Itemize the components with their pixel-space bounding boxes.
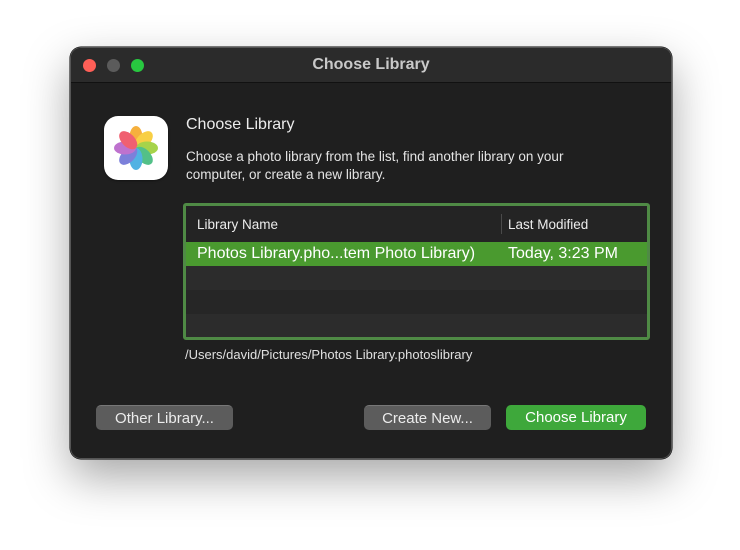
library-table[interactable]: Library Name Last Modified Photos Librar… (183, 203, 650, 340)
table-row-empty (186, 314, 647, 337)
dialog-description: Choose a photo library from the list, fi… (186, 149, 564, 182)
table-header: Library Name Last Modified (186, 206, 647, 242)
dialog-heading: Choose Library (186, 116, 295, 133)
other-library-button[interactable]: Other Library... (96, 405, 233, 430)
library-path-label: /Users/david/Pictures/Photos Library.pho… (185, 347, 473, 362)
library-name-cell: Photos Library.pho...tem Photo Library) (197, 245, 476, 262)
photos-flower-icon (114, 126, 158, 170)
photos-app-icon (104, 116, 168, 180)
column-header-library-name[interactable]: Library Name (197, 217, 278, 232)
title-bar[interactable]: Choose Library (71, 48, 671, 83)
table-row-empty (186, 290, 647, 314)
window-title: Choose Library (312, 56, 430, 73)
choose-library-button[interactable]: Choose Library (506, 405, 646, 430)
column-divider (501, 214, 502, 234)
choose-library-window: Choose Library Choose Library Choose a p… (70, 47, 672, 459)
last-modified-cell: Today, 3:23 PM (508, 245, 618, 262)
table-row-empty (186, 266, 647, 290)
column-header-last-modified[interactable]: Last Modified (508, 217, 588, 232)
table-row-selected[interactable]: Photos Library.pho...tem Photo Library) … (186, 242, 647, 266)
create-new-button[interactable]: Create New... (364, 405, 491, 430)
